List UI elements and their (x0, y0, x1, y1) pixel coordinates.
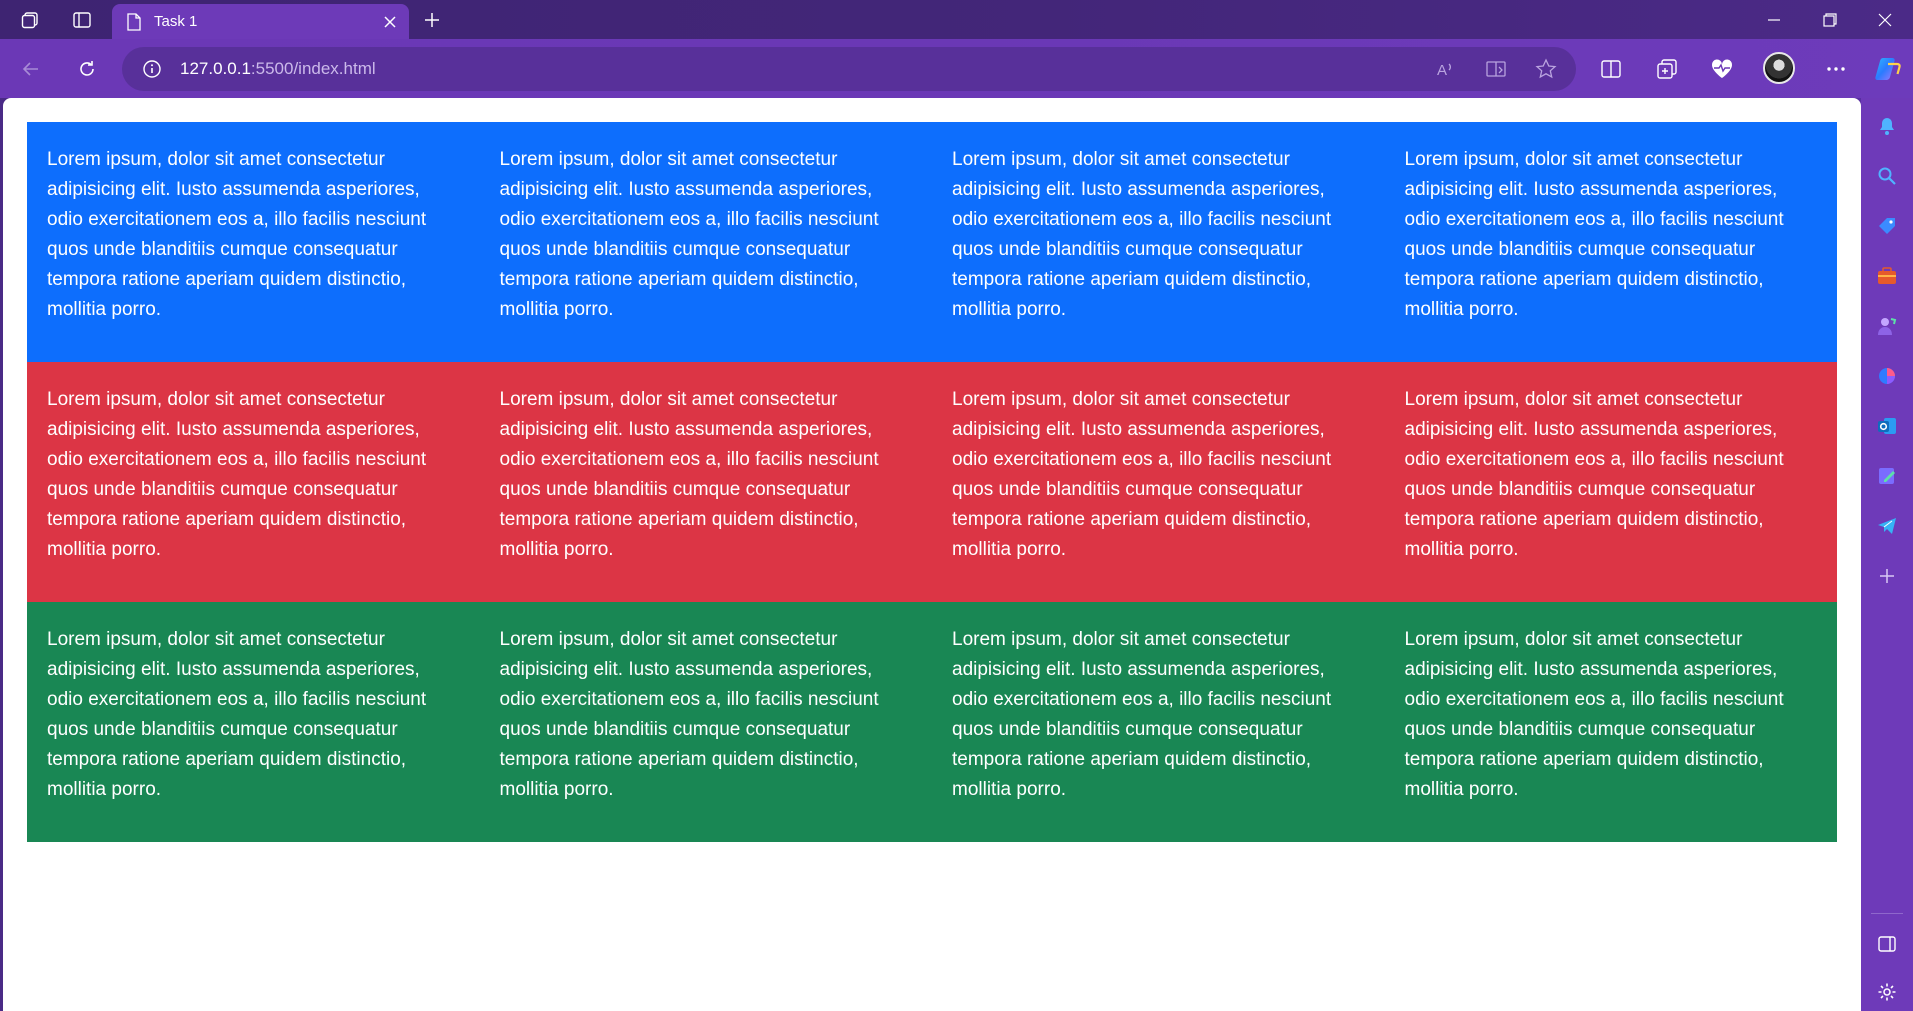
tab-actions-icon[interactable] (62, 5, 102, 35)
sidebar-divider (1871, 913, 1903, 914)
edge-sidebar (1861, 98, 1913, 1011)
toolbar: 127.0.0.1:5500/index.html A (0, 39, 1913, 98)
back-icon[interactable] (12, 51, 50, 87)
copilot-icon[interactable] (1869, 51, 1907, 87)
text-cell: Lorem ipsum, dolor sit amet consectetur … (47, 389, 427, 560)
new-tab-icon[interactable] (414, 5, 450, 35)
tab-title: Task 1 (154, 13, 198, 30)
text-cell: Lorem ipsum, dolor sit amet consectetur … (47, 629, 427, 800)
favorite-star-icon[interactable] (1528, 53, 1564, 85)
text-cell: Lorem ipsum, dolor sit amet consectetur … (499, 389, 879, 560)
refresh-icon[interactable] (68, 51, 106, 87)
profile-avatar[interactable] (1763, 52, 1795, 84)
address-bar[interactable]: 127.0.0.1:5500/index.html A (122, 47, 1576, 91)
minimize-icon[interactable] (1746, 0, 1802, 39)
page-icon (126, 12, 142, 31)
content-grid: Lorem ipsum, dolor sit amet consectetur … (27, 122, 1837, 842)
games-icon[interactable] (1869, 308, 1905, 344)
outlook-icon[interactable] (1869, 408, 1905, 444)
url-path: :5500/index.html (250, 59, 376, 78)
row-green: Lorem ipsum, dolor sit amet consectetur … (27, 602, 1837, 842)
url-host: 127.0.0.1 (180, 59, 251, 78)
tools-briefcase-icon[interactable] (1869, 258, 1905, 294)
health-icon[interactable] (1703, 51, 1741, 87)
tab-strip: Task 1 (0, 0, 1913, 39)
text-cell: Lorem ipsum, dolor sit amet consectetur … (47, 149, 427, 320)
close-window-icon[interactable] (1857, 0, 1913, 39)
text-cell: Lorem ipsum, dolor sit amet consectetur … (499, 149, 879, 320)
drop-icon[interactable] (1869, 458, 1905, 494)
text-cell: Lorem ipsum, dolor sit amet consectetur … (1404, 149, 1784, 320)
url-text: 127.0.0.1:5500/index.html (180, 59, 376, 79)
tab-task-1[interactable]: Task 1 (112, 4, 409, 39)
text-cell: Lorem ipsum, dolor sit amet consectetur … (1404, 629, 1784, 800)
immersive-reader-icon[interactable] (1478, 53, 1514, 85)
shopping-tag-icon[interactable] (1869, 208, 1905, 244)
text-cell: Lorem ipsum, dolor sit amet consectetur … (1404, 389, 1784, 560)
row-red: Lorem ipsum, dolor sit amet consectetur … (27, 362, 1837, 602)
microsoft365-icon[interactable] (1869, 358, 1905, 394)
collections-icon[interactable] (1648, 51, 1686, 87)
text-cell: Lorem ipsum, dolor sit amet consectetur … (952, 389, 1332, 560)
row-blue: Lorem ipsum, dolor sit amet consectetur … (27, 122, 1837, 362)
svg-text:A: A (1437, 62, 1447, 78)
page-viewport: Lorem ipsum, dolor sit amet consectetur … (3, 98, 1861, 1011)
info-icon[interactable] (142, 59, 162, 79)
split-screen-icon[interactable] (1592, 51, 1630, 87)
notification-bell-icon[interactable] (1869, 108, 1905, 144)
workspaces-icon[interactable] (10, 5, 50, 35)
more-icon[interactable] (1817, 51, 1855, 87)
text-cell: Lorem ipsum, dolor sit amet consectetur … (952, 149, 1332, 320)
browser-window: Task 1 127.0.0.1:5500/index.html A Lorem… (0, 0, 1913, 1011)
add-icon[interactable] (1869, 558, 1905, 594)
text-cell: Lorem ipsum, dolor sit amet consectetur … (499, 629, 879, 800)
hide-sidebar-icon[interactable] (1869, 926, 1905, 962)
text-cell: Lorem ipsum, dolor sit amet consectetur … (952, 629, 1332, 800)
settings-gear-icon[interactable] (1869, 974, 1905, 1010)
close-icon[interactable] (383, 15, 397, 29)
search-icon[interactable] (1869, 158, 1905, 194)
telegram-icon[interactable] (1869, 508, 1905, 544)
read-aloud-icon[interactable]: A (1428, 53, 1464, 85)
restore-icon[interactable] (1802, 0, 1858, 39)
